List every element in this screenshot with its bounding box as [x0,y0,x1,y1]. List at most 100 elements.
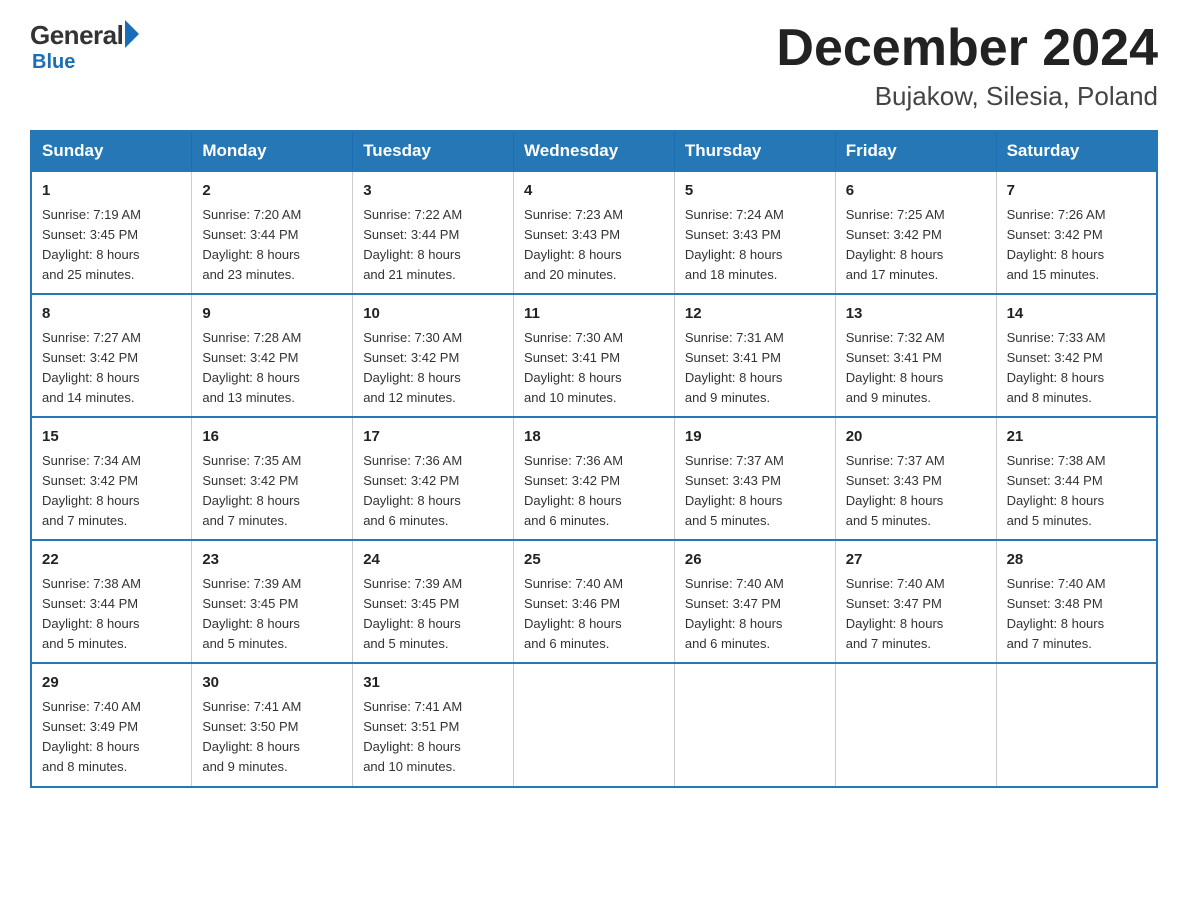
day-number: 7 [1007,180,1146,203]
week-row-1: 1 Sunrise: 7:19 AM Sunset: 3:45 PM Dayli… [31,171,1157,294]
day-number: 17 [363,426,503,449]
empty-cell [996,663,1157,786]
day-cell-9: 9 Sunrise: 7:28 AM Sunset: 3:42 PM Dayli… [192,294,353,417]
calendar-title: December 2024 [776,20,1158,77]
day-number: 21 [1007,426,1146,449]
day-cell-19: 19 Sunrise: 7:37 AM Sunset: 3:43 PM Dayl… [674,417,835,540]
day-info: Sunrise: 7:41 AM Sunset: 3:50 PM Dayligh… [202,697,342,778]
day-info: Sunrise: 7:40 AM Sunset: 3:47 PM Dayligh… [685,574,825,655]
day-number: 5 [685,180,825,203]
day-cell-24: 24 Sunrise: 7:39 AM Sunset: 3:45 PM Dayl… [353,540,514,663]
weekday-header-wednesday: Wednesday [514,131,675,171]
day-number: 9 [202,303,342,326]
day-cell-21: 21 Sunrise: 7:38 AM Sunset: 3:44 PM Dayl… [996,417,1157,540]
day-number: 15 [42,426,181,449]
day-number: 20 [846,426,986,449]
day-cell-15: 15 Sunrise: 7:34 AM Sunset: 3:42 PM Dayl… [31,417,192,540]
day-cell-3: 3 Sunrise: 7:22 AM Sunset: 3:44 PM Dayli… [353,171,514,294]
logo-general-text: General [30,20,123,51]
weekday-header-sunday: Sunday [31,131,192,171]
day-info: Sunrise: 7:19 AM Sunset: 3:45 PM Dayligh… [42,205,181,286]
day-number: 8 [42,303,181,326]
day-info: Sunrise: 7:39 AM Sunset: 3:45 PM Dayligh… [202,574,342,655]
day-info: Sunrise: 7:38 AM Sunset: 3:44 PM Dayligh… [42,574,181,655]
day-number: 2 [202,180,342,203]
day-cell-31: 31 Sunrise: 7:41 AM Sunset: 3:51 PM Dayl… [353,663,514,786]
day-info: Sunrise: 7:32 AM Sunset: 3:41 PM Dayligh… [846,328,986,409]
day-info: Sunrise: 7:39 AM Sunset: 3:45 PM Dayligh… [363,574,503,655]
day-cell-13: 13 Sunrise: 7:32 AM Sunset: 3:41 PM Dayl… [835,294,996,417]
day-cell-20: 20 Sunrise: 7:37 AM Sunset: 3:43 PM Dayl… [835,417,996,540]
day-info: Sunrise: 7:30 AM Sunset: 3:42 PM Dayligh… [363,328,503,409]
day-cell-25: 25 Sunrise: 7:40 AM Sunset: 3:46 PM Dayl… [514,540,675,663]
day-number: 18 [524,426,664,449]
logo: General Blue [30,20,139,74]
day-info: Sunrise: 7:40 AM Sunset: 3:46 PM Dayligh… [524,574,664,655]
day-cell-11: 11 Sunrise: 7:30 AM Sunset: 3:41 PM Dayl… [514,294,675,417]
day-info: Sunrise: 7:40 AM Sunset: 3:47 PM Dayligh… [846,574,986,655]
day-info: Sunrise: 7:36 AM Sunset: 3:42 PM Dayligh… [524,451,664,532]
day-cell-30: 30 Sunrise: 7:41 AM Sunset: 3:50 PM Dayl… [192,663,353,786]
week-row-3: 15 Sunrise: 7:34 AM Sunset: 3:42 PM Dayl… [31,417,1157,540]
day-cell-7: 7 Sunrise: 7:26 AM Sunset: 3:42 PM Dayli… [996,171,1157,294]
day-info: Sunrise: 7:33 AM Sunset: 3:42 PM Dayligh… [1007,328,1146,409]
day-number: 30 [202,672,342,695]
day-cell-28: 28 Sunrise: 7:40 AM Sunset: 3:48 PM Dayl… [996,540,1157,663]
day-info: Sunrise: 7:25 AM Sunset: 3:42 PM Dayligh… [846,205,986,286]
empty-cell [674,663,835,786]
day-info: Sunrise: 7:26 AM Sunset: 3:42 PM Dayligh… [1007,205,1146,286]
day-cell-8: 8 Sunrise: 7:27 AM Sunset: 3:42 PM Dayli… [31,294,192,417]
day-number: 19 [685,426,825,449]
week-row-5: 29 Sunrise: 7:40 AM Sunset: 3:49 PM Dayl… [31,663,1157,786]
day-number: 1 [42,180,181,203]
weekday-header-monday: Monday [192,131,353,171]
calendar-subtitle: Bujakow, Silesia, Poland [776,81,1158,112]
day-number: 27 [846,549,986,572]
day-cell-6: 6 Sunrise: 7:25 AM Sunset: 3:42 PM Dayli… [835,171,996,294]
weekday-header-tuesday: Tuesday [353,131,514,171]
empty-cell [514,663,675,786]
day-number: 16 [202,426,342,449]
day-info: Sunrise: 7:27 AM Sunset: 3:42 PM Dayligh… [42,328,181,409]
calendar-table: SundayMondayTuesdayWednesdayThursdayFrid… [30,130,1158,787]
day-number: 22 [42,549,181,572]
day-number: 24 [363,549,503,572]
day-number: 26 [685,549,825,572]
logo-arrow-icon [125,20,139,48]
day-number: 25 [524,549,664,572]
day-info: Sunrise: 7:41 AM Sunset: 3:51 PM Dayligh… [363,697,503,778]
day-info: Sunrise: 7:22 AM Sunset: 3:44 PM Dayligh… [363,205,503,286]
title-area: December 2024 Bujakow, Silesia, Poland [776,20,1158,112]
day-number: 29 [42,672,181,695]
empty-cell [835,663,996,786]
day-number: 12 [685,303,825,326]
day-number: 31 [363,672,503,695]
day-cell-16: 16 Sunrise: 7:35 AM Sunset: 3:42 PM Dayl… [192,417,353,540]
day-number: 23 [202,549,342,572]
day-info: Sunrise: 7:35 AM Sunset: 3:42 PM Dayligh… [202,451,342,532]
day-info: Sunrise: 7:20 AM Sunset: 3:44 PM Dayligh… [202,205,342,286]
day-number: 3 [363,180,503,203]
day-cell-27: 27 Sunrise: 7:40 AM Sunset: 3:47 PM Dayl… [835,540,996,663]
day-info: Sunrise: 7:40 AM Sunset: 3:48 PM Dayligh… [1007,574,1146,655]
day-cell-22: 22 Sunrise: 7:38 AM Sunset: 3:44 PM Dayl… [31,540,192,663]
day-info: Sunrise: 7:24 AM Sunset: 3:43 PM Dayligh… [685,205,825,286]
day-info: Sunrise: 7:28 AM Sunset: 3:42 PM Dayligh… [202,328,342,409]
day-info: Sunrise: 7:37 AM Sunset: 3:43 PM Dayligh… [846,451,986,532]
day-cell-29: 29 Sunrise: 7:40 AM Sunset: 3:49 PM Dayl… [31,663,192,786]
day-number: 11 [524,303,664,326]
day-cell-10: 10 Sunrise: 7:30 AM Sunset: 3:42 PM Dayl… [353,294,514,417]
day-cell-4: 4 Sunrise: 7:23 AM Sunset: 3:43 PM Dayli… [514,171,675,294]
logo-blue-text: Blue [32,51,75,74]
day-cell-17: 17 Sunrise: 7:36 AM Sunset: 3:42 PM Dayl… [353,417,514,540]
day-cell-12: 12 Sunrise: 7:31 AM Sunset: 3:41 PM Dayl… [674,294,835,417]
day-number: 10 [363,303,503,326]
day-cell-18: 18 Sunrise: 7:36 AM Sunset: 3:42 PM Dayl… [514,417,675,540]
day-info: Sunrise: 7:31 AM Sunset: 3:41 PM Dayligh… [685,328,825,409]
day-info: Sunrise: 7:30 AM Sunset: 3:41 PM Dayligh… [524,328,664,409]
page-header: General Blue December 2024 Bujakow, Sile… [30,20,1158,112]
weekday-header-row: SundayMondayTuesdayWednesdayThursdayFrid… [31,131,1157,171]
day-number: 6 [846,180,986,203]
weekday-header-thursday: Thursday [674,131,835,171]
day-info: Sunrise: 7:37 AM Sunset: 3:43 PM Dayligh… [685,451,825,532]
